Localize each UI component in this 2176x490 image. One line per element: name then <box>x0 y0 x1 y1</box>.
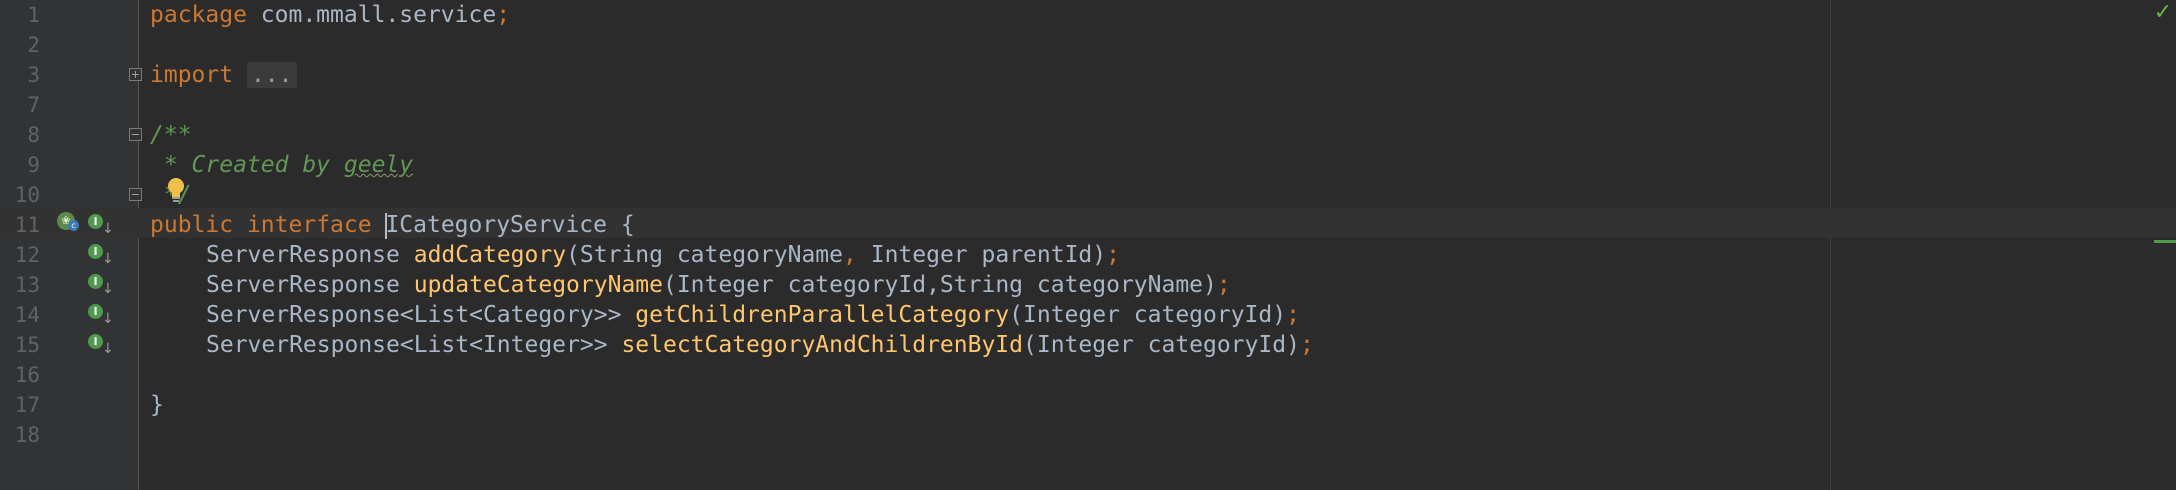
code-line[interactable]: 10 */ <box>0 180 2176 210</box>
code-line[interactable]: 15 ServerResponse<List<Integer>> selectC… <box>0 330 2176 360</box>
method-params: (Integer categoryId) <box>1023 332 1300 358</box>
semicolon: ; <box>1299 332 1314 358</box>
method-name[interactable]: updateCategoryName <box>414 272 663 298</box>
code-line[interactable]: 8 /** <box>0 120 2176 150</box>
code-line[interactable]: 7 <box>0 90 2176 120</box>
keyword-public: public <box>150 212 234 238</box>
method-name[interactable]: addCategory <box>414 242 566 268</box>
semicolon: ; <box>1286 302 1300 328</box>
code-text[interactable]: ServerResponse<List<Category>> getChildr… <box>206 300 1300 330</box>
code-line[interactable]: 11 public interface ICategoryService { <box>0 210 2176 240</box>
fold-expand-icon[interactable] <box>129 68 142 81</box>
fold-collapse-icon[interactable] <box>129 188 142 201</box>
code-text[interactable]: public interface ICategoryService { <box>150 210 635 240</box>
arrow-down-icon: ↓ <box>102 281 114 297</box>
line-number: 15 <box>14 333 40 357</box>
line-number: 17 <box>14 393 40 417</box>
error-stripe-marker[interactable] <box>2154 240 2176 243</box>
keyword-interface: interface <box>246 212 372 238</box>
implemented-method-icon[interactable]: I <box>88 244 103 259</box>
implemented-method-icon[interactable]: I <box>88 334 103 349</box>
method-params: (Integer categoryId,String categoryName) <box>662 272 1217 298</box>
semicolon: ; <box>496 2 511 28</box>
arrow-down-icon: ↓ <box>102 221 114 237</box>
comma: , <box>843 242 857 268</box>
semicolon: ; <box>1216 272 1231 298</box>
code-line[interactable]: 3 import ... <box>0 60 2176 90</box>
code-text[interactable]: ServerResponse addCategory(String catego… <box>206 240 1120 270</box>
close-brace[interactable]: } <box>150 390 164 420</box>
keyword-import: import <box>150 62 234 88</box>
line-number: 12 <box>14 243 40 267</box>
line-number: 7 <box>27 93 40 117</box>
return-type: ServerResponse<List<Category>> <box>206 302 622 328</box>
lightbulb-icon[interactable] <box>166 177 186 203</box>
implemented-method-icon[interactable]: I <box>88 304 103 319</box>
code-line[interactable]: 14 ServerResponse<List<Category>> getChi… <box>0 300 2176 330</box>
implemented-method-icon[interactable]: I <box>88 214 103 229</box>
doc-comment-prefix: * Created by <box>150 152 344 178</box>
return-type: ServerResponse<List<Integer>> <box>206 332 608 358</box>
bean-class-badge-icon: c <box>68 220 79 231</box>
line-number: 11 <box>14 213 40 237</box>
code-text[interactable]: package com.mmall.service; <box>150 0 510 30</box>
code-line[interactable]: 12 ServerResponse addCategory(String cat… <box>0 240 2176 270</box>
line-number: 18 <box>14 423 40 447</box>
code-line[interactable]: 9 * Created by geely <box>0 150 2176 180</box>
code-line[interactable]: 13 ServerResponse updateCategoryName(Int… <box>0 270 2176 300</box>
line-number: 16 <box>14 363 40 387</box>
fold-collapse-icon[interactable] <box>129 128 142 141</box>
line-number: 9 <box>27 153 40 177</box>
doc-comment-text[interactable]: * Created by geely <box>150 150 413 180</box>
open-brace: { <box>620 212 635 238</box>
line-number: 13 <box>14 273 40 297</box>
arrow-down-icon: ↓ <box>102 251 114 267</box>
return-type: ServerResponse <box>206 242 400 268</box>
package-name: com.mmall.service <box>260 2 497 28</box>
code-line[interactable]: 17 } <box>0 390 2176 420</box>
code-text[interactable]: import ... <box>150 60 297 90</box>
doc-comment-author: geely <box>343 152 414 178</box>
folded-imports-placeholder[interactable]: ... <box>246 62 297 88</box>
code-text[interactable]: ServerResponse updateCategoryName(Intege… <box>206 270 1231 300</box>
line-number: 14 <box>14 303 40 327</box>
interface-name[interactable]: ICategoryService <box>385 212 607 238</box>
code-text[interactable]: ServerResponse<List<Integer>> selectCate… <box>206 330 1314 360</box>
method-params: Integer parentId) <box>856 242 1107 268</box>
method-name[interactable]: selectCategoryAndChildrenById <box>621 332 1023 358</box>
code-line[interactable]: 16 <box>0 360 2176 390</box>
method-name[interactable]: getChildrenParallelCategory <box>635 302 1009 328</box>
doc-comment-open[interactable]: /** <box>150 120 192 150</box>
return-type: ServerResponse <box>206 272 400 298</box>
line-number: 2 <box>27 33 40 57</box>
keyword-package: package <box>150 2 247 28</box>
line-number: 1 <box>27 3 40 27</box>
arrow-down-icon: ↓ <box>102 311 114 327</box>
line-number: 10 <box>14 183 40 207</box>
line-number: 8 <box>27 123 40 147</box>
semicolon: ; <box>1106 242 1120 268</box>
code-editor[interactable]: 1 package com.mmall.service; 2 3 import … <box>0 0 2176 490</box>
implemented-method-icon[interactable]: I <box>88 274 103 289</box>
inspection-ok-icon[interactable]: ✓ <box>2150 0 2176 26</box>
code-line[interactable]: 18 <box>0 420 2176 450</box>
code-line[interactable]: 1 package com.mmall.service; <box>0 0 2176 30</box>
line-number: 3 <box>27 63 40 87</box>
arrow-down-icon: ↓ <box>102 341 114 357</box>
code-line[interactable]: 2 <box>0 30 2176 60</box>
method-params: (String categoryName <box>566 242 844 268</box>
method-params: (Integer categoryId) <box>1009 302 1287 328</box>
